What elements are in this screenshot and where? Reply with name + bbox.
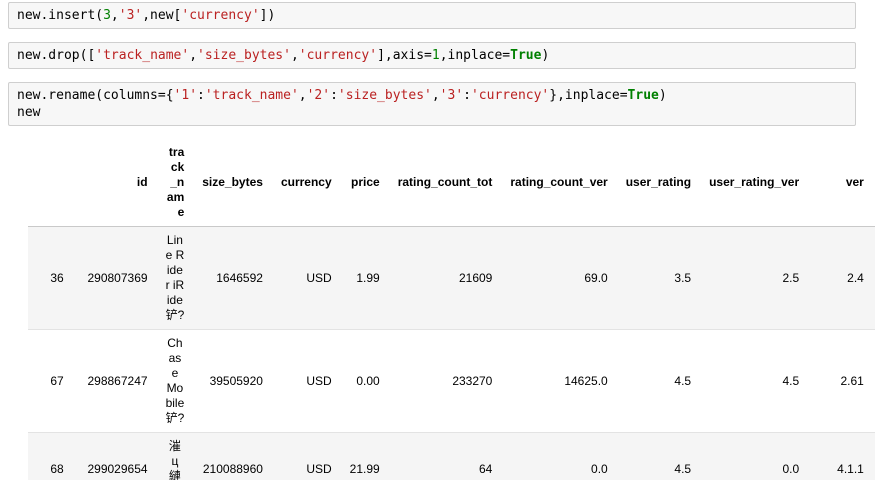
- code-token: ],axis=: [377, 48, 432, 63]
- code-token: 'currency': [298, 48, 378, 63]
- table-cell: 0.00: [356, 373, 380, 388]
- table-cell: 3.5: [674, 270, 692, 285]
- table-cell: 233270: [452, 373, 493, 388]
- code-token: ): [541, 48, 550, 63]
- code-token: ): [658, 88, 667, 103]
- code-line: new.rename(columns={'1':'track_name','2'…: [17, 87, 847, 104]
- code-token: 'size_bytes': [337, 88, 432, 103]
- code-token: new.drop([: [17, 48, 96, 63]
- table-cell: 1646592: [216, 270, 263, 285]
- code-token: ]): [259, 8, 276, 23]
- code-token: '3': [439, 88, 464, 103]
- code-line: new.drop(['track_name','size_bytes','cur…: [17, 47, 847, 64]
- code-line: new.insert(3,'3',new['currency']): [17, 7, 847, 24]
- code-token: 'currency': [181, 8, 260, 23]
- code-token: :: [463, 88, 471, 103]
- row-index: 36: [50, 270, 64, 285]
- table-cell: USD: [306, 461, 332, 476]
- column-header: rating_count_tot: [397, 175, 493, 189]
- code-token: '1': [173, 88, 198, 103]
- table-cell: 4.5: [674, 461, 692, 476]
- table-cell: 4.5: [782, 373, 800, 388]
- table-cell: Line Rider iRide铲?: [165, 233, 185, 322]
- table-cell: USD: [306, 373, 332, 388]
- table-cell: 210088960: [202, 461, 263, 476]
- column-header: user_rating: [625, 175, 692, 189]
- table-cell: 4.1.1: [837, 461, 864, 476]
- table-cell: 漼ц縺鎶?: [168, 439, 181, 480]
- table-cell: Chase Mobile铲?: [165, 336, 185, 425]
- column-header: rating_count_ver: [510, 175, 608, 189]
- code-token: ,new[: [142, 8, 182, 23]
- table-cell: 0.0: [591, 461, 608, 476]
- code-line: new: [17, 104, 847, 121]
- code-token: new.rename(columns={: [17, 88, 174, 103]
- table-cell: 2.61: [840, 373, 864, 388]
- table-cell: 21.99: [349, 461, 380, 476]
- table-cell: USD: [306, 270, 332, 285]
- code-token: ,: [189, 48, 198, 63]
- code-token: ,: [431, 88, 440, 103]
- code-token: '2': [306, 88, 331, 103]
- code-token: ,: [298, 88, 307, 103]
- code-cell-rename[interactable]: new.rename(columns={'1':'track_name','2'…: [8, 82, 856, 126]
- table-cell: 0.0: [782, 461, 800, 476]
- table-cell: 21609: [458, 270, 493, 285]
- code-token: 'track_name': [95, 48, 190, 63]
- code-token: True: [627, 88, 659, 103]
- column-header: user_rating_ver: [709, 175, 800, 189]
- code-token: True: [510, 48, 542, 63]
- table-row[interactable]: 68 299029654 漼ц縺鎶? 210088960 USD 21.99 64 0.0 4.…: [28, 432, 875, 480]
- code-token: ,: [290, 48, 299, 63]
- table-cell: 4.5: [674, 373, 692, 388]
- table-cell: 290807369: [87, 270, 148, 285]
- dataframe-output: id track_name size_bytes currency price ratin…: [28, 139, 875, 480]
- column-header: ver: [845, 175, 864, 189]
- table-cell: 1.99: [356, 270, 380, 285]
- column-header: [28, 139, 73, 227]
- column-header: size_bytes: [202, 175, 263, 189]
- code-token: 1: [431, 48, 440, 63]
- table-cell: 39505920: [209, 373, 263, 388]
- code-token: :: [197, 88, 205, 103]
- column-header: currency: [280, 175, 332, 189]
- table-cell: 299029654: [87, 461, 148, 476]
- code-token: '3': [118, 8, 143, 23]
- dataframe-table: id track_name size_bytes currency price ratin…: [28, 139, 875, 480]
- code-cell-insert[interactable]: new.insert(3,'3',new['currency']): [8, 2, 856, 29]
- code-token: ,: [110, 8, 119, 23]
- row-index: 68: [50, 461, 64, 476]
- table-cell: 69.0: [584, 270, 608, 285]
- table-cell: 298867247: [87, 373, 148, 388]
- table-row[interactable]: 67 298867247 Chase Mobile铲? 39505920 USD 0.00…: [28, 330, 875, 433]
- header-row: id track_name size_bytes currency price ratin…: [28, 139, 875, 227]
- table-cell: 64: [479, 461, 493, 476]
- code-token: 'currency': [470, 88, 550, 103]
- code-token: 'size_bytes': [197, 48, 291, 63]
- row-index: 67: [50, 373, 64, 388]
- code-token: new: [17, 105, 41, 120]
- table-row[interactable]: 36 290807369 Line Rider iRide铲? 1646592 USD 1…: [28, 226, 875, 330]
- dataframe-head: id track_name size_bytes currency price ratin…: [28, 139, 875, 227]
- code-token: ,inplace=: [439, 48, 511, 63]
- column-header: id: [136, 175, 148, 189]
- code-token: 3: [103, 8, 111, 23]
- code-token: :: [330, 88, 338, 103]
- column-header: price: [351, 175, 380, 189]
- code-token: 'track_name': [204, 88, 299, 103]
- table-cell: 14625.0: [564, 373, 608, 388]
- dataframe-body: 36 290807369 Line Rider iRide铲? 1646592 USD 1…: [28, 226, 875, 480]
- code-cell-drop[interactable]: new.drop(['track_name','size_bytes','cur…: [8, 42, 856, 69]
- code-token: },inplace=: [549, 88, 628, 103]
- code-token: new.insert(: [17, 8, 104, 23]
- table-cell: 2.5: [782, 270, 800, 285]
- table-cell: 2.4: [847, 270, 864, 285]
- column-header: track_name: [166, 145, 185, 219]
